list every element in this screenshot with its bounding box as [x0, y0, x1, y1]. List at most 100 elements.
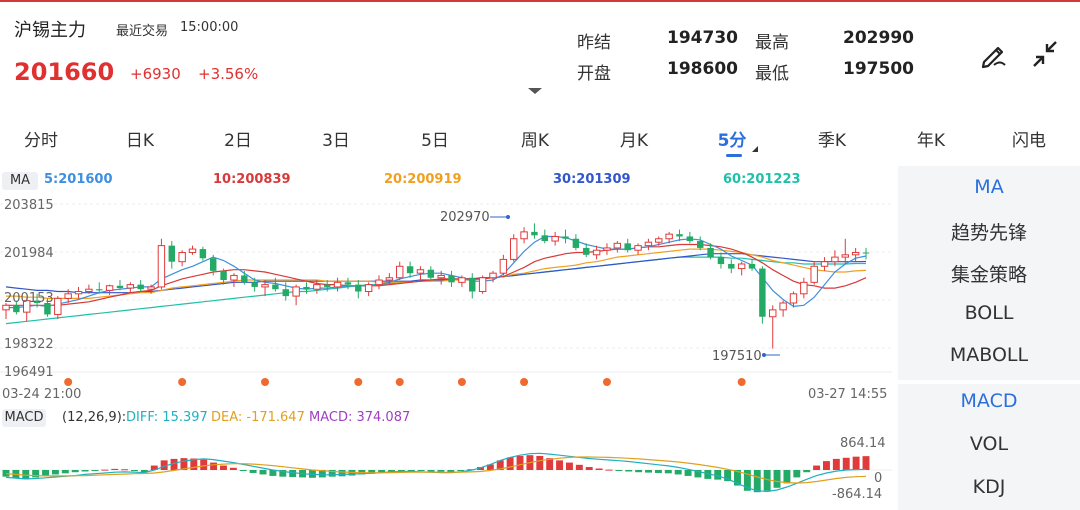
time-axis-start: 03-24 21:00	[2, 387, 81, 402]
tab-weekly-k[interactable]: 周K	[500, 126, 570, 151]
macd-hist-bar	[407, 470, 415, 471]
macd-hist-bar	[51, 470, 59, 475]
macd-hist-bar	[200, 459, 208, 470]
macd-hist-bar	[625, 470, 633, 472]
active-tab-indicator	[726, 154, 742, 157]
tab-monthly-k[interactable]: 月K	[599, 126, 669, 151]
side-item-kdj[interactable]: KDJ	[898, 476, 1080, 498]
macd-axis-bottom: -864.14	[832, 487, 882, 502]
tab-dropdown-corner-icon[interactable]	[752, 146, 758, 152]
candle-body	[261, 284, 269, 288]
candle-body	[469, 277, 476, 292]
macd-hist-bar	[121, 469, 129, 471]
candle-body	[748, 263, 756, 269]
candle-body	[478, 277, 487, 293]
side-item-trend-pioneer[interactable]: 趋势先锋	[898, 218, 1080, 245]
candle-body	[489, 272, 497, 279]
candle-body	[509, 238, 518, 260]
candle-body	[531, 231, 538, 236]
tab-intraday[interactable]: 分时	[6, 126, 76, 151]
macd-hist-bar	[259, 470, 267, 475]
macd-chart[interactable]: 864.14 0 -864.14	[0, 430, 892, 506]
session-marker-dot	[354, 378, 363, 386]
macd-hist-bar	[427, 470, 435, 472]
candle-body	[624, 243, 631, 251]
macd-hist-bar	[823, 461, 830, 470]
side-item-ma[interactable]: MA	[898, 176, 1080, 198]
candle-body	[613, 242, 622, 249]
candle-body	[572, 238, 580, 248]
macd-hist-bar	[645, 470, 652, 473]
macd-hist-bar	[832, 458, 840, 470]
price-axis-bottom: 196491	[4, 365, 54, 380]
draw-pen-icon[interactable]	[978, 38, 1010, 70]
macd-hist-bar	[101, 469, 109, 471]
tab-daily-k[interactable]: 日K	[105, 126, 175, 151]
session-marker-dot	[602, 378, 611, 386]
side-item-vol[interactable]: VOL	[898, 433, 1080, 455]
tab-flash[interactable]: 闪电	[994, 126, 1064, 151]
candle-body	[178, 252, 186, 263]
candle-body	[355, 284, 362, 292]
candle-body	[199, 249, 207, 259]
macd-hist-bar	[674, 470, 682, 475]
last-trade-time: 15:00:00	[180, 20, 239, 35]
macd-hist-bar	[664, 470, 672, 474]
candle-body	[210, 258, 217, 271]
candle-body	[303, 286, 310, 290]
side-panel-divider	[898, 380, 1080, 384]
macd-hist-bar	[793, 470, 801, 478]
side-item-maboll[interactable]: MABOLL	[898, 344, 1080, 366]
ma10-value: 10:200839	[213, 172, 291, 187]
candle-body	[562, 236, 569, 239]
candle-body	[64, 293, 72, 299]
macd-indicator-chip[interactable]: MACD	[2, 409, 46, 427]
macd-hist-bar	[813, 465, 821, 470]
price-axis-top: 203815	[4, 198, 54, 213]
kline-chart[interactable]: 203815 201984 200153 198322 196491 20297…	[0, 192, 892, 404]
macd-hist-bar	[556, 460, 564, 470]
candle-body	[116, 285, 124, 289]
candle-body	[769, 309, 777, 318]
tab-quarterly-k[interactable]: 季K	[797, 126, 867, 151]
candle-body	[458, 277, 466, 283]
side-item-capital-strategy[interactable]: 集金策略	[898, 260, 1080, 287]
tab-yearly-k[interactable]: 年K	[896, 126, 966, 151]
time-axis-end: 03-27 14:55	[808, 387, 887, 402]
macd-hist-bar	[595, 468, 603, 470]
candle-body	[779, 302, 787, 311]
collapse-arrows-icon[interactable]	[1030, 38, 1062, 70]
high-value: 202990	[843, 28, 914, 48]
candle-body	[810, 265, 818, 283]
macd-hist-bar	[506, 457, 514, 470]
macd-hist-bar	[852, 456, 860, 470]
side-item-macd[interactable]: MACD	[898, 390, 1080, 412]
low-annotation: 197510	[712, 349, 762, 364]
candle-body	[364, 284, 373, 293]
candle-body	[737, 263, 746, 270]
tab-2day[interactable]: 2日	[203, 126, 273, 151]
candle-body	[416, 269, 425, 274]
macd-hist-bar	[605, 469, 613, 471]
macd-hist-bar	[417, 470, 425, 472]
macd-hist-bar	[862, 456, 870, 470]
low-value: 197500	[843, 59, 914, 79]
high-annotation-dot	[506, 215, 510, 219]
expand-caret-icon[interactable]	[528, 88, 542, 94]
ma60-line	[5, 256, 866, 325]
candle-body	[13, 305, 20, 313]
candle-body	[427, 269, 435, 278]
candle-body	[707, 247, 714, 258]
side-item-boll[interactable]: BOLL	[898, 302, 1080, 324]
candle-body	[499, 258, 508, 274]
macd-hist-bar	[338, 470, 346, 477]
candle-body	[592, 249, 601, 256]
tab-5day[interactable]: 5日	[400, 126, 470, 151]
candle-body	[147, 286, 155, 290]
macd-hist-bar	[536, 455, 544, 470]
ma-indicator-chip[interactable]: MA	[2, 172, 38, 190]
macd-hist-bar	[753, 470, 761, 493]
macd-hist-bar	[684, 470, 692, 476]
macd-hist-bar	[81, 470, 89, 472]
tab-3day[interactable]: 3日	[301, 126, 371, 151]
